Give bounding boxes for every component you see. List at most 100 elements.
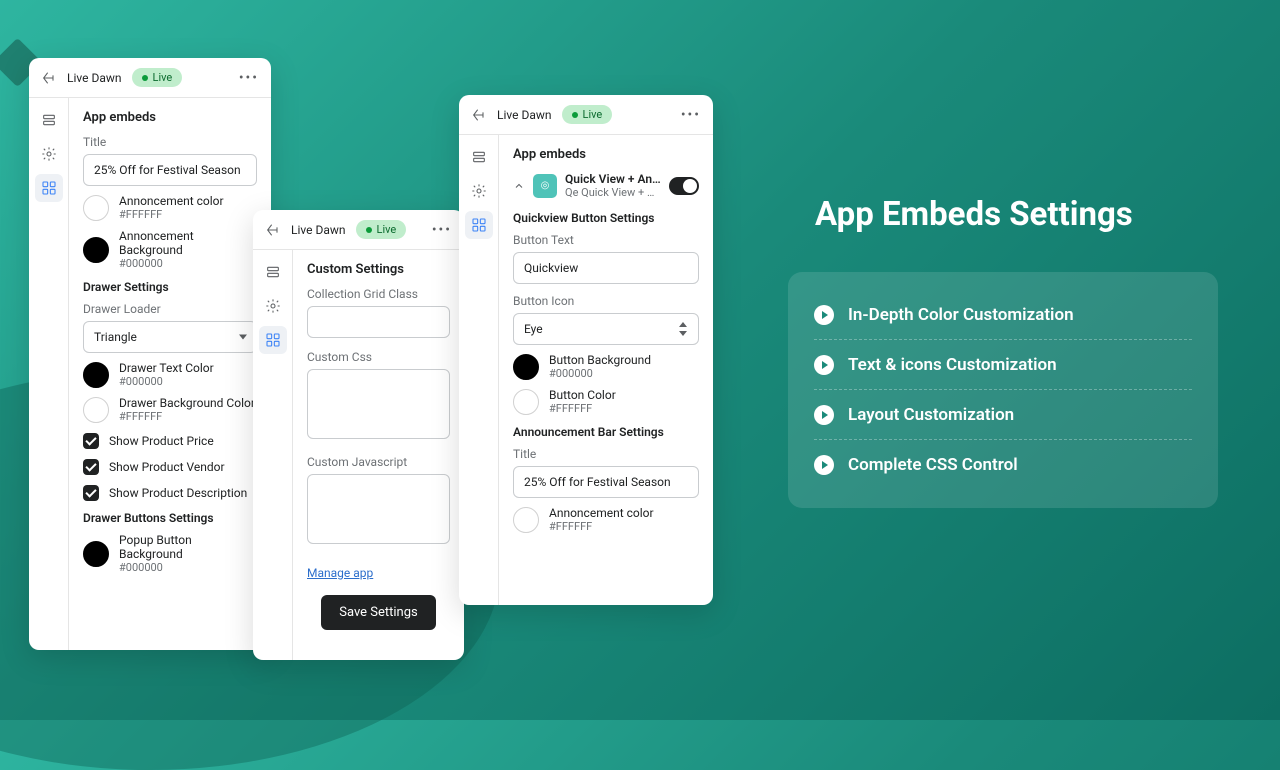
sections-icon[interactable]: [259, 258, 287, 286]
popup-btn-bg-row[interactable]: Popup Button Background#000000: [83, 533, 257, 574]
color-swatch: [83, 397, 109, 423]
panel-content: Custom Settings Collection Grid Class Cu…: [293, 250, 464, 660]
show-vendor-checkbox[interactable]: Show Product Vendor: [83, 459, 257, 475]
section-title: App embeds: [513, 147, 699, 162]
app-embeds-icon[interactable]: [465, 211, 493, 239]
chevron-up-icon[interactable]: [513, 180, 525, 192]
drawer-text-row[interactable]: Drawer Text Color#000000: [83, 361, 257, 388]
settings-icon[interactable]: [35, 140, 63, 168]
button-text-label: Button Text: [513, 233, 699, 247]
drawer-settings-heading: Drawer Settings: [83, 280, 257, 294]
settings-icon[interactable]: [465, 177, 493, 205]
panel-content: App embeds ◎ Quick View + Annou... Qe Qu…: [499, 135, 713, 605]
feature-text: Complete CSS Control: [848, 455, 1018, 475]
panel-header: Live Dawn Live •••: [29, 58, 271, 98]
embed-sub: Qe Quick View + Ann...: [565, 186, 661, 199]
grid-class-label: Collection Grid Class: [307, 287, 450, 301]
play-icon: [814, 305, 834, 325]
color-label: Annoncement color: [549, 506, 654, 520]
embed-name: Quick View + Annou...: [565, 172, 661, 186]
checkbox-icon: [83, 485, 99, 501]
more-menu-icon[interactable]: •••: [681, 107, 701, 123]
color-label: Button Color: [549, 388, 616, 402]
embed-toggle[interactable]: [669, 177, 699, 195]
panel-sidebar: [29, 98, 69, 650]
button-color-row[interactable]: Button Color#FFFFFF: [513, 388, 699, 415]
theme-name: Live Dawn: [67, 71, 122, 85]
drawer-loader-select[interactable]: [83, 321, 257, 353]
play-icon: [814, 405, 834, 425]
color-label: Drawer Background Color: [119, 396, 255, 410]
save-settings-button[interactable]: Save Settings: [321, 595, 436, 630]
live-status-badge: Live: [562, 105, 613, 124]
button-text-input[interactable]: [513, 252, 699, 284]
title-input[interactable]: [83, 154, 257, 186]
announcement-title-input[interactable]: [513, 466, 699, 498]
title-label: Title: [83, 135, 257, 149]
custom-settings-panel: Live Dawn Live ••• Custom Settings Colle…: [253, 210, 464, 660]
color-label: Button Background: [549, 353, 651, 367]
section-title: Custom Settings: [307, 262, 450, 277]
announcement-bg-row[interactable]: Annoncement Background#000000: [83, 229, 257, 270]
panel-header: Live Dawn Live •••: [253, 210, 464, 250]
check-label: Show Product Vendor: [109, 460, 225, 474]
custom-css-label: Custom Css: [307, 350, 450, 364]
sections-icon[interactable]: [465, 143, 493, 171]
color-label: Popup Button Background: [119, 533, 257, 561]
more-menu-icon[interactable]: •••: [432, 222, 452, 238]
color-swatch: [83, 237, 109, 263]
color-hex: #000000: [549, 367, 651, 380]
panel-sidebar: [253, 250, 293, 660]
panel-sidebar: [459, 135, 499, 605]
check-label: Show Product Description: [109, 486, 247, 500]
feature-item: Layout Customization: [788, 390, 1218, 440]
announcement-color-row[interactable]: Annoncement color#FFFFFF: [513, 506, 699, 533]
show-price-checkbox[interactable]: Show Product Price: [83, 433, 257, 449]
color-hex: #000000: [119, 561, 257, 574]
color-swatch: [83, 195, 109, 221]
status-text: Live: [153, 71, 173, 84]
status-text: Live: [583, 108, 603, 121]
app-embeds-icon[interactable]: [35, 174, 63, 202]
feature-text: In-Depth Color Customization: [848, 305, 1074, 325]
color-hex: #FFFFFF: [549, 402, 616, 415]
panel-content: App embeds Title Annoncement color#FFFFF…: [69, 98, 271, 650]
color-hex: #FFFFFF: [549, 520, 654, 533]
announcement-bar-heading: Announcement Bar Settings: [513, 425, 699, 439]
color-swatch: [513, 507, 539, 533]
button-bg-row[interactable]: Button Background#000000: [513, 353, 699, 380]
announcement-title-label: Title: [513, 447, 699, 461]
drawer-buttons-heading: Drawer Buttons Settings: [83, 511, 257, 525]
theme-name: Live Dawn: [497, 108, 552, 122]
grid-class-input[interactable]: [307, 306, 450, 338]
drawer-bg-row[interactable]: Drawer Background Color#FFFFFF: [83, 396, 257, 423]
button-icon-label: Button Icon: [513, 294, 699, 308]
settings-icon[interactable]: [259, 292, 287, 320]
sections-icon[interactable]: [35, 106, 63, 134]
play-icon: [814, 455, 834, 475]
show-description-checkbox[interactable]: Show Product Description: [83, 485, 257, 501]
drawer-loader-label: Drawer Loader: [83, 302, 257, 316]
back-icon[interactable]: [471, 107, 487, 123]
promo-heading: App Embeds Settings: [815, 195, 1133, 234]
quickview-settings-panel: Live Dawn Live ••• App embeds ◎ Quick Vi…: [459, 95, 713, 605]
color-swatch: [83, 541, 109, 567]
live-status-badge: Live: [132, 68, 183, 87]
custom-css-input[interactable]: [307, 369, 450, 439]
more-menu-icon[interactable]: •••: [239, 70, 259, 86]
feature-item: Text & icons Customization: [788, 340, 1218, 390]
back-icon[interactable]: [265, 222, 281, 238]
back-icon[interactable]: [41, 70, 57, 86]
custom-js-input[interactable]: [307, 474, 450, 544]
theme-name: Live Dawn: [291, 223, 346, 237]
button-icon-select[interactable]: [513, 313, 699, 345]
panel-header: Live Dawn Live •••: [459, 95, 713, 135]
section-title: App embeds: [83, 110, 257, 125]
color-label: Annoncement Background: [119, 229, 257, 257]
check-label: Show Product Price: [109, 434, 214, 448]
app-icon: ◎: [533, 174, 557, 198]
manage-app-link[interactable]: Manage app: [307, 566, 373, 580]
announcement-color-row[interactable]: Annoncement color#FFFFFF: [83, 194, 257, 221]
app-embeds-icon[interactable]: [259, 326, 287, 354]
checkbox-icon: [83, 459, 99, 475]
